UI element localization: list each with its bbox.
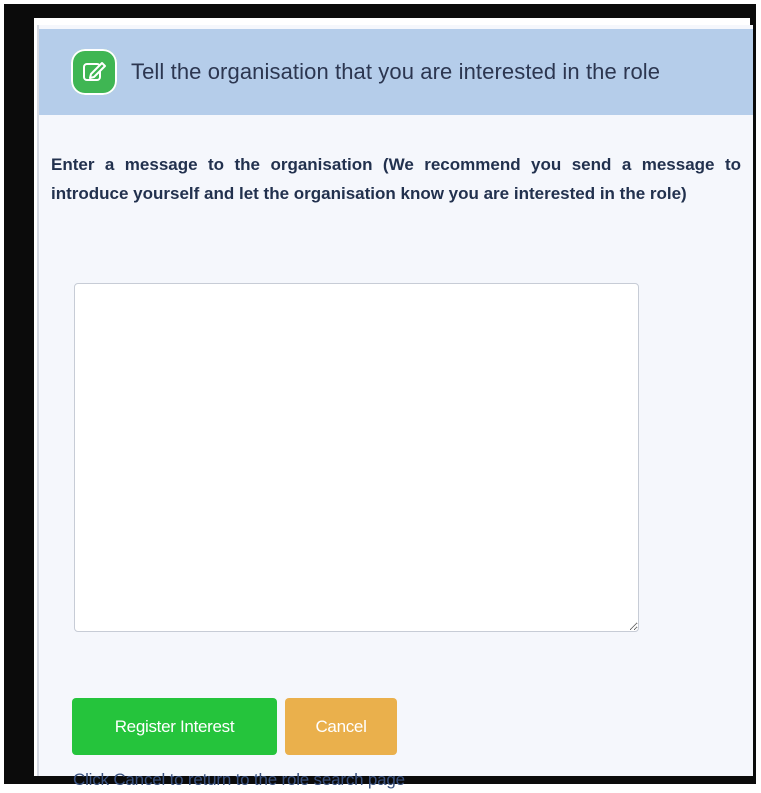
panel-title: Tell the organisation that you are inter…	[131, 59, 661, 84]
register-interest-button[interactable]: Register Interest	[72, 698, 277, 755]
frame-border-top	[4, 4, 752, 18]
register-interest-panel: Tell the organisation that you are inter…	[37, 25, 753, 789]
frame-border-left	[4, 4, 34, 780]
message-instructions: Enter a message to the organisation (We …	[51, 155, 741, 203]
message-input[interactable]	[74, 283, 639, 632]
cancel-help-text: Click Cancel to return to the role searc…	[73, 770, 405, 789]
edit-icon	[71, 49, 117, 95]
panel-header: Tell the organisation that you are inter…	[39, 29, 753, 115]
cancel-button[interactable]: Cancel	[285, 698, 397, 755]
